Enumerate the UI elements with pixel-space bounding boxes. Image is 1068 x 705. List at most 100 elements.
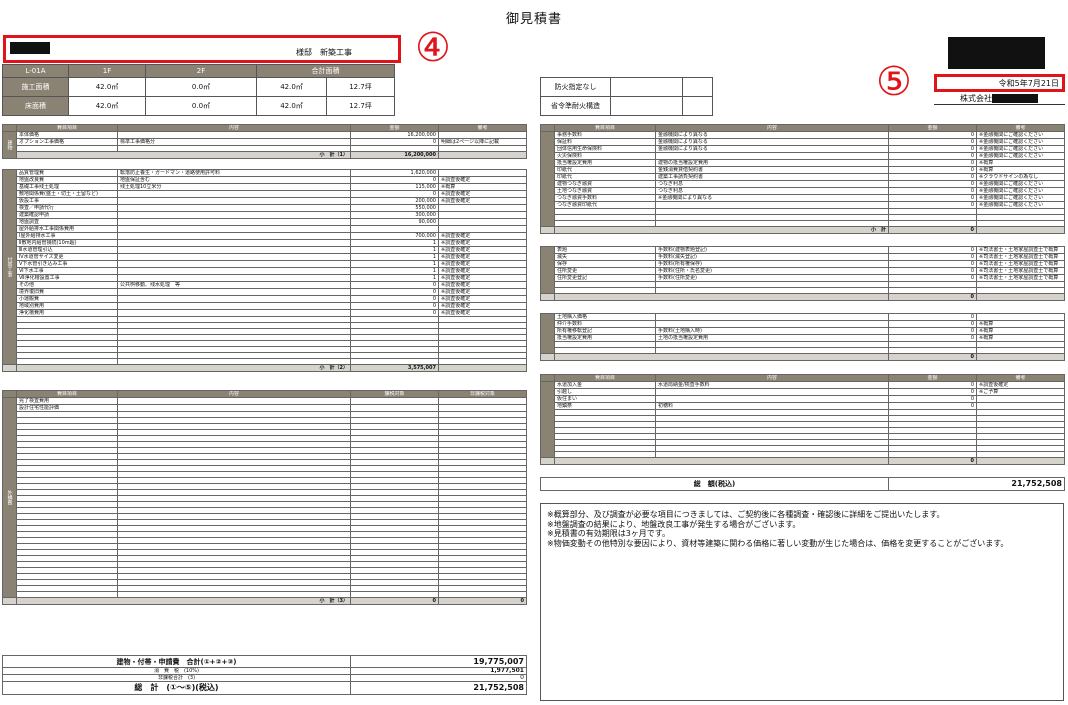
- issuer-underline: [934, 104, 1065, 105]
- table-cell: 引越し: [554, 388, 656, 396]
- right3-table: 土地購入価格 0 仲介手数料 0 ※概算 所有権移転登記 手数料(土地購入時) 0 ※概算 抵当権…: [540, 313, 1065, 361]
- table-row: 境界復旧費 0 ※調査後確定: [3, 288, 527, 296]
- table-row: 外構費 完了検査費用: [2, 397, 527, 598]
- table-cell: 火災保険料: [554, 152, 656, 160]
- customer-suffix: 様邸 新築工事: [296, 48, 352, 57]
- header-blank: [540, 124, 555, 132]
- table-cell: [438, 397, 527, 405]
- table-cell: [117, 397, 351, 405]
- table-cell: 設計住宅性能評価: [16, 404, 118, 412]
- area-cell: 0.0㎡: [145, 77, 257, 97]
- table-cell: 抵当権設定費用: [554, 159, 656, 167]
- subtotal-blank: [540, 226, 555, 234]
- table-cell: 1: [350, 246, 439, 254]
- table-cell: [655, 313, 889, 321]
- table-cell: 0: [888, 253, 977, 261]
- table-cell: [117, 302, 351, 310]
- table-cell: 屋外給排水工事関係費用: [16, 225, 118, 233]
- table-cell: 敷地関係費(盛土・切土・土留など): [16, 190, 118, 198]
- table-cell: 0: [888, 381, 977, 389]
- table-cell: [117, 288, 351, 296]
- section-side-label: [540, 131, 555, 227]
- totals-line3-value: 0: [350, 674, 527, 682]
- table-cell: ※調査後確定: [438, 246, 527, 254]
- note-line: ※物価変動その他特別な要因により、資材等建築に関わる価格に著しい変動が生じた場合…: [547, 538, 1009, 548]
- table-cell: ※調査後確定: [438, 190, 527, 198]
- table-row: 仮設工事 200,000 ※調査後確定: [3, 197, 527, 205]
- grand-total-value: 21,752,508: [350, 681, 527, 695]
- table-cell: [117, 246, 351, 254]
- totals-table: 建物・付帯・申請費 合計(①+②+③) 19,775,007 消 費 税 (10%…: [2, 655, 527, 695]
- table-row: 小運搬費 0 ※調査後確定: [3, 295, 527, 303]
- section2-table: 付帯工事 品質管理費 転落防止養生・ガードマン・道路使用許可料 1,620,000 地盤…: [2, 169, 527, 372]
- right-total-table: 総 額(税込) 21,752,508: [540, 477, 1065, 491]
- s1-header-blank: [2, 124, 17, 132]
- table-cell: 公共桝移動、残水処理 等: [117, 281, 351, 289]
- column-header: 非課税対象: [438, 390, 527, 398]
- table-cell: [976, 402, 1065, 410]
- header-blank: [540, 374, 555, 382]
- table-cell: 0: [888, 159, 977, 167]
- area-cell: 42.0㎡: [68, 77, 146, 97]
- section-side-label: [540, 313, 555, 354]
- table-cell: 300,000: [350, 211, 439, 219]
- column-header: 内容: [655, 124, 889, 132]
- table-cell: 手数料(住所変更): [655, 274, 889, 282]
- table-cell: Ⅲ水道管理引込: [16, 246, 118, 254]
- table-cell: 本体価格: [16, 131, 118, 139]
- table-cell: 仮設工事: [16, 197, 118, 205]
- table-cell: 1: [350, 260, 439, 268]
- document-title: 御見積書: [505, 12, 562, 27]
- table-cell: [117, 253, 351, 261]
- subtotal-value: 0: [888, 353, 977, 361]
- column-header: 内容: [655, 374, 889, 382]
- table-cell: 16,200,000: [350, 131, 439, 139]
- table-cell: 地盤改良費: [16, 176, 118, 184]
- table-cell: [655, 320, 889, 328]
- table-cell: 表題: [554, 246, 656, 254]
- s1-side-label: 建物: [2, 131, 17, 159]
- table-cell: 1: [350, 274, 439, 282]
- table-row: 抵当権設定費用 土地の抵当権設定費用 0 ※概算: [541, 334, 1065, 342]
- table-cell: Ⅵ下水工事: [16, 267, 118, 275]
- table-cell: 手数料(滅失登記): [655, 253, 889, 261]
- table-cell: Ⅴ下水管引き込み工事: [16, 260, 118, 268]
- table-cell: [117, 197, 351, 205]
- table-cell: 建物つなぎ融資: [554, 180, 656, 188]
- table-cell: 0: [350, 176, 439, 184]
- table-cell: [438, 169, 527, 177]
- column-header: 備考: [976, 374, 1065, 382]
- note-line: ※地盤調査の結果により、地盤改良工事が発生する場合がございます。: [547, 519, 801, 529]
- customer-name-box: 様邸 新築工事: [3, 35, 401, 63]
- subtotal-label: 小 計: [554, 226, 889, 234]
- table-cell: 金融機関により異なる: [655, 145, 889, 153]
- table-cell: 1: [350, 253, 439, 261]
- table-cell: 土地購入価格: [554, 313, 656, 321]
- redacted-logo: [948, 37, 1045, 69]
- column-header: 金額: [888, 374, 977, 382]
- table-cell: 金銭消費貸借契約書: [655, 166, 889, 174]
- table-row: 滅失 手数料(滅失登記) 0 ※司法書士・土地家屋調査士で概算: [541, 253, 1065, 261]
- subtotal-label: 小 計（3）: [16, 597, 351, 605]
- table-cell: ※調査後確定: [438, 295, 527, 303]
- issue-date-box: 令和5年7月21日: [934, 74, 1065, 92]
- area-cell: 42.0㎡: [68, 96, 146, 116]
- table-cell: 1: [350, 267, 439, 275]
- table-row: 保存 手数料(所有権保存) 0 ※司法書士・土地家屋調査士で概算: [541, 260, 1065, 268]
- table-cell: 土地つなぎ融資: [554, 187, 656, 195]
- table-cell: [438, 364, 527, 372]
- issue-date: 令和5年7月21日: [998, 79, 1059, 88]
- table-cell: 検査／申請代行: [16, 204, 118, 212]
- table-row: 印紙代 金銭消費貸借契約書 0 ※概算: [541, 166, 1065, 174]
- table-row: 仲介手数料 0 ※概算: [541, 320, 1065, 328]
- table-row: 保証料 金融機関により異なる 0 ※金融機関にご確認ください: [541, 138, 1065, 146]
- table-cell: 手数料(建物表題登記): [655, 246, 889, 254]
- table-cell: ※金融機関にご確認ください: [976, 187, 1065, 195]
- area-header-1f: 1F: [68, 64, 146, 78]
- table-cell: [117, 218, 351, 226]
- column-header: 費目項目: [554, 124, 656, 132]
- section3-table: 費目項目 内容 課税対象 非課税対象 外構費 完了検査費用 設計住宅性能評価小 計（3） 0 0: [2, 390, 527, 605]
- table-cell: [117, 204, 351, 212]
- table-row: 火災保険料 0 ※金融機関にご確認ください: [541, 152, 1065, 160]
- table-cell: 仮住まい: [554, 395, 656, 403]
